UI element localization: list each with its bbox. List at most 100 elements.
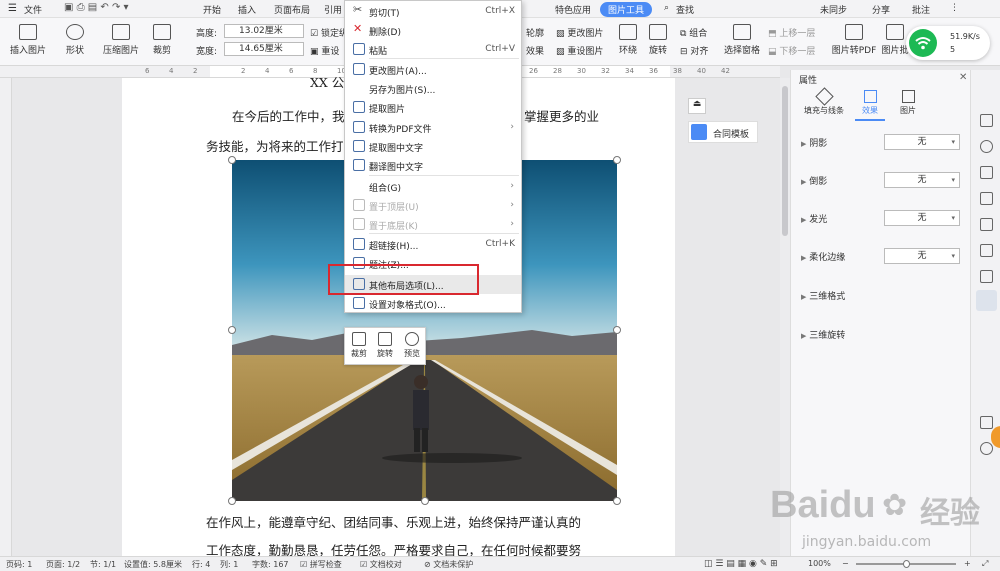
- protect-status[interactable]: ⊘ 文档未保护: [424, 559, 473, 570]
- comment-button[interactable]: 批注: [912, 3, 930, 16]
- send-backward-button[interactable]: ⬓ 下移一层: [768, 44, 815, 57]
- insert-image-button[interactable]: 插入图片: [6, 24, 50, 56]
- group-button[interactable]: ⧉ 组合: [680, 26, 707, 39]
- menu-reference[interactable]: 引用: [324, 3, 342, 16]
- select-pane-button[interactable]: 选择窗格: [722, 24, 762, 56]
- effect-button[interactable]: 效果: [526, 44, 544, 57]
- image-icon[interactable]: [980, 416, 993, 429]
- property-row[interactable]: ▶ 三维旋转: [801, 328, 845, 341]
- align-button[interactable]: ⊟ 对齐: [680, 44, 708, 57]
- mini-crop-button[interactable]: 裁剪: [346, 332, 372, 359]
- fit-icon[interactable]: ⤢: [982, 559, 988, 569]
- status-words[interactable]: 字数: 167: [252, 559, 289, 570]
- mini-preview-button[interactable]: 预览: [399, 332, 425, 359]
- table-icon[interactable]: [980, 218, 993, 231]
- context-menu-item[interactable]: 提取图片: [345, 98, 521, 117]
- compress-button[interactable]: 压缩图片: [100, 24, 142, 56]
- height-field[interactable]: 13.02厘米: [224, 24, 304, 38]
- search-icon[interactable]: ⌕: [664, 3, 669, 13]
- crop-button[interactable]: 裁剪: [148, 24, 176, 56]
- shape-button[interactable]: 形状: [58, 24, 92, 56]
- menu-icon[interactable]: ☰: [8, 3, 17, 14]
- compass-icon[interactable]: [980, 442, 993, 455]
- status-section[interactable]: 节: 1/1: [90, 559, 116, 570]
- wrap-button[interactable]: 环绕: [614, 24, 642, 56]
- context-menu-item[interactable]: 提取图中文字: [345, 137, 521, 156]
- context-menu-item[interactable]: 翻译图中文字: [345, 156, 521, 175]
- menu-search[interactable]: 查找: [676, 3, 694, 16]
- reset-image-button[interactable]: ▧ 重设图片: [556, 44, 603, 57]
- context-menu-item[interactable]: 设置对象格式(O)...: [345, 294, 521, 313]
- spell-check-button[interactable]: ☑ 拼写检查: [300, 559, 342, 570]
- context-menu-item[interactable]: ✕ 删除(D): [345, 21, 521, 40]
- share-button[interactable]: 分享: [872, 3, 890, 16]
- resize-handle-ml[interactable]: [228, 326, 236, 334]
- resize-handle-tl[interactable]: [228, 156, 236, 164]
- cursor-icon[interactable]: [980, 114, 993, 127]
- resize-handle-mr[interactable]: [613, 326, 621, 334]
- sync-status[interactable]: 未同步: [820, 3, 847, 16]
- collapse-icon[interactable]: ⏏: [688, 98, 706, 114]
- location-icon[interactable]: [980, 140, 993, 153]
- width-field[interactable]: 14.65厘米: [224, 42, 304, 56]
- change-image-button[interactable]: ▧ 更改图片: [556, 26, 603, 39]
- rotate-button[interactable]: 旋转: [644, 24, 672, 56]
- property-select[interactable]: 无 ▾: [884, 134, 960, 150]
- view-mode-icons[interactable]: ◫ ☰ ▤ ▦ ◉ ✎ ⊞: [704, 559, 778, 569]
- to-pdf-button[interactable]: 图片转PDF: [830, 24, 878, 56]
- property-select[interactable]: 无 ▾: [884, 172, 960, 188]
- context-menu-item[interactable]: 另存为图片(S)...: [345, 79, 521, 98]
- tab-picture[interactable]: 图片: [893, 90, 923, 116]
- menu-file[interactable]: 文件: [24, 3, 42, 16]
- reset-size-button[interactable]: ▣ 重设: [310, 44, 339, 57]
- property-row[interactable]: ▶ 发光: [801, 212, 827, 225]
- lock-ratio-checkbox[interactable]: ☑ 锁定纵: [310, 26, 348, 39]
- context-menu-item[interactable]: 转换为PDF文件 ›: [345, 118, 521, 137]
- zoom-out-icon[interactable]: −: [842, 559, 849, 568]
- zoom-level[interactable]: 100%: [808, 559, 831, 568]
- property-row[interactable]: ▶ 柔化边缘: [801, 250, 845, 263]
- resize-handle-br[interactable]: [613, 497, 621, 505]
- context-menu-item[interactable]: ✂ 剪切(T) Ctrl+X: [345, 2, 521, 21]
- settings-sliders-icon[interactable]: [976, 290, 997, 311]
- context-menu-item[interactable]: 粘贴 Ctrl+V: [345, 40, 521, 59]
- context-menu-item[interactable]: 超链接(H)... Ctrl+K: [345, 235, 521, 254]
- tab-fill-line[interactable]: 填充与线条: [799, 87, 849, 116]
- status-position[interactable]: 设置值: 5.8厘米: [124, 559, 182, 570]
- zoom-slider-knob[interactable]: [903, 560, 910, 568]
- tab-effect[interactable]: 效果: [855, 90, 885, 116]
- property-select[interactable]: 无 ▾: [884, 210, 960, 226]
- menu-page-layout[interactable]: 页面布局: [274, 3, 310, 16]
- menu-special-apps[interactable]: 特色应用: [555, 3, 591, 16]
- property-select[interactable]: 无 ▾: [884, 248, 960, 264]
- context-menu-item[interactable]: 组合(G) ›: [345, 177, 521, 196]
- shape-icon[interactable]: [980, 166, 993, 179]
- scroll-thumb[interactable]: [782, 86, 788, 236]
- status-row[interactable]: 行: 4: [192, 559, 210, 570]
- property-row[interactable]: ▶ 阴影: [801, 136, 827, 149]
- network-speed-widget[interactable]: 51.9K/s 5: [906, 26, 990, 60]
- status-pages[interactable]: 页面: 1/2: [46, 559, 80, 570]
- mini-rotate-button[interactable]: 旋转: [372, 332, 398, 359]
- resize-handle-bm[interactable]: [421, 497, 429, 505]
- contract-template-button[interactable]: 合同模板: [688, 121, 758, 143]
- menu-insert[interactable]: 插入: [238, 3, 256, 16]
- quick-access-icons[interactable]: ▣ ⎙ ▤ ↶ ↷ ▾: [64, 2, 129, 13]
- resize-handle-bl[interactable]: [228, 497, 236, 505]
- status-col[interactable]: 列: 1: [220, 559, 238, 570]
- bring-forward-button[interactable]: ⬒ 上移一层: [768, 26, 815, 39]
- proofread-button[interactable]: ☑ 文档校对: [360, 559, 402, 570]
- chart-icon[interactable]: [980, 270, 993, 283]
- gallery-icon[interactable]: [980, 244, 993, 257]
- context-menu-item[interactable]: 更改图片(A)...: [345, 60, 521, 79]
- resize-handle-tr[interactable]: [613, 156, 621, 164]
- menu-picture-tools[interactable]: 图片工具: [600, 2, 653, 17]
- status-page-code[interactable]: 页码: 1: [6, 559, 32, 570]
- menu-home[interactable]: 开始: [203, 3, 221, 16]
- close-icon[interactable]: ✕: [959, 72, 967, 83]
- property-row[interactable]: ▶ 倒影: [801, 174, 827, 187]
- property-row[interactable]: ▶ 三维格式: [801, 289, 845, 302]
- more-icon[interactable]: ⋮: [950, 3, 959, 13]
- layers-icon[interactable]: [980, 192, 993, 205]
- zoom-in-icon[interactable]: +: [964, 559, 971, 568]
